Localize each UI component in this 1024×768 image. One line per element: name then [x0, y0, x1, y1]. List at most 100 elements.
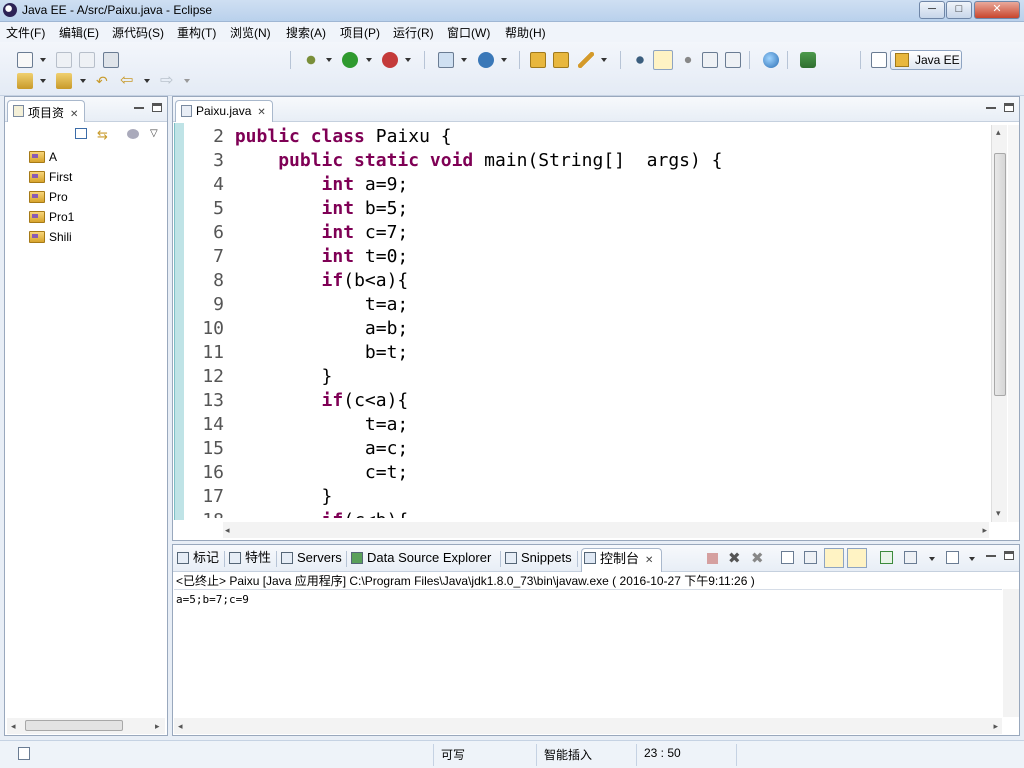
code-line[interactable]: 10 a=b; [186, 317, 408, 341]
scroll-right-icon[interactable]: ▸ [993, 721, 998, 732]
menu-project[interactable]: 项目(P) [340, 24, 380, 41]
collapse-all-icon[interactable] [75, 128, 87, 139]
maximize-icon[interactable] [152, 103, 162, 112]
new-server-dropdown-icon[interactable] [461, 58, 467, 62]
tab-markers[interactable]: 标记 [175, 549, 219, 569]
menu-source[interactable]: 源代码(S) [112, 24, 164, 41]
perspective-java-ee[interactable]: Java EE [890, 50, 962, 70]
tree-item-project[interactable]: Pro1 [29, 210, 74, 224]
close-tab-icon[interactable]: ✕ [645, 555, 653, 566]
console-hscrollbar[interactable]: ◂ ▸ [174, 718, 1002, 734]
maximize-icon[interactable] [1004, 103, 1014, 112]
minimize-button[interactable]: ─ [919, 1, 945, 19]
code-line[interactable]: 15 a=c; [186, 437, 408, 461]
menu-file[interactable]: 文件(F) [6, 24, 45, 41]
code-line[interactable]: 12 } [186, 365, 332, 389]
last-edit-location-icon[interactable]: ↶ [96, 73, 112, 89]
previous-annotation-icon[interactable] [56, 73, 72, 89]
display-console-icon[interactable] [904, 551, 917, 564]
minimize-icon[interactable] [134, 107, 144, 109]
tab-snippets[interactable]: Snippets [503, 549, 572, 569]
globe-icon[interactable] [763, 52, 779, 68]
open-perspective-icon[interactable] [871, 52, 887, 68]
save-icon[interactable] [56, 52, 72, 68]
mark-occurrences-icon[interactable] [653, 50, 673, 70]
run-icon[interactable] [342, 52, 358, 68]
tab-project-explorer[interactable]: 项目资 ✕ [7, 100, 86, 122]
save-all-icon[interactable] [79, 52, 95, 68]
show-whitespace-icon[interactable] [702, 52, 718, 68]
debug-icon[interactable] [303, 52, 319, 68]
new-java-class-icon[interactable] [478, 52, 494, 68]
new-server-icon[interactable] [438, 52, 454, 68]
editor-vscrollbar[interactable]: ▴ ▾ [991, 125, 1007, 522]
open-resource-icon[interactable] [553, 52, 569, 68]
open-type-icon[interactable] [530, 52, 546, 68]
block-selection-icon[interactable] [680, 52, 696, 68]
external-tools-dropdown-icon[interactable] [405, 58, 411, 62]
menu-window[interactable]: 窗口(W) [447, 24, 490, 41]
console-vscrollbar[interactable] [1003, 589, 1019, 717]
code-line[interactable]: 3 public static void main(String[] args)… [186, 149, 722, 173]
code-line[interactable]: 11 b=t; [186, 341, 408, 365]
maximize-button[interactable]: □ [946, 1, 972, 19]
clear-console-icon[interactable] [781, 551, 794, 564]
code-line[interactable]: 18 if(c<b){ [186, 509, 408, 518]
deploy-icon[interactable] [800, 52, 816, 68]
scroll-down-icon[interactable]: ▾ [996, 508, 1001, 519]
code-line[interactable]: 13 if(c<a){ [186, 389, 408, 413]
tree-item-project[interactable]: Pro [29, 190, 68, 204]
minimize-icon[interactable] [986, 555, 996, 557]
scroll-right-icon[interactable]: ▸ [155, 721, 160, 732]
editor-hscrollbar[interactable]: ◂ ▸ [223, 522, 989, 538]
menu-navigate[interactable]: 浏览(N) [230, 24, 271, 41]
back-icon[interactable]: ⇦ [120, 73, 136, 89]
open-console-dropdown-icon[interactable] [969, 557, 975, 561]
back-dropdown-icon[interactable] [144, 79, 150, 83]
view-menu-icon[interactable]: ▽ [150, 128, 158, 139]
remove-all-terminated-icon[interactable]: ✖ [751, 549, 764, 567]
previous-annotation-dropdown-icon[interactable] [80, 79, 86, 83]
terminate-icon[interactable] [707, 553, 718, 564]
next-annotation-dropdown-icon[interactable] [40, 79, 46, 83]
close-button[interactable]: ✕ [974, 1, 1020, 19]
tab-servers[interactable]: Servers [279, 549, 342, 569]
menu-refactor[interactable]: 重构(T) [177, 24, 216, 41]
menu-run[interactable]: 运行(R) [393, 24, 434, 41]
tree-item-project[interactable]: First [29, 170, 72, 184]
fast-view-icon[interactable] [18, 747, 30, 760]
scroll-up-icon[interactable]: ▴ [996, 127, 1001, 138]
scroll-left-icon[interactable]: ◂ [11, 721, 16, 732]
code-line[interactable]: 6 int c=7; [186, 221, 408, 245]
code-line[interactable]: 4 int a=9; [186, 173, 408, 197]
run-dropdown-icon[interactable] [366, 58, 372, 62]
code-line[interactable]: 9 t=a; [186, 293, 408, 317]
forward-icon[interactable]: ⇨ [160, 73, 176, 89]
code-line[interactable]: 8 if(b<a){ [186, 269, 408, 293]
explorer-hscrollbar[interactable]: ◂ ▸ [7, 718, 165, 734]
toggle-breadcrumb-icon[interactable] [632, 52, 648, 68]
debug-dropdown-icon[interactable] [326, 58, 332, 62]
new-java-class-dropdown-icon[interactable] [501, 58, 507, 62]
show-on-stdout-icon[interactable] [824, 548, 844, 568]
paragraph-icon[interactable] [725, 52, 741, 68]
scroll-left-icon[interactable]: ◂ [225, 525, 230, 536]
open-console-icon[interactable] [946, 551, 959, 564]
code-line[interactable]: 5 int b=5; [186, 197, 408, 221]
external-tools-icon[interactable] [382, 52, 398, 68]
show-on-stderr-icon[interactable] [847, 548, 867, 568]
code-area[interactable]: 2 public class Paixu {3 public static vo… [186, 125, 988, 518]
menu-search[interactable]: 搜索(A) [286, 24, 326, 41]
search-icon[interactable] [578, 52, 594, 68]
code-line[interactable]: 17 } [186, 485, 332, 509]
menu-edit[interactable]: 编辑(E) [59, 24, 99, 41]
scroll-thumb[interactable] [25, 720, 123, 731]
view-menu-options-icon[interactable] [127, 129, 139, 139]
code-line[interactable]: 2 public class Paixu { [186, 125, 451, 149]
next-annotation-icon[interactable] [17, 73, 33, 89]
menu-help[interactable]: 帮助(H) [505, 24, 546, 41]
tab-console[interactable]: 控制台 ✕ [581, 548, 663, 572]
scroll-right-icon[interactable]: ▸ [982, 525, 987, 536]
link-editor-icon[interactable]: ⇆ [97, 127, 108, 143]
tab-properties[interactable]: 特性 [227, 549, 271, 569]
